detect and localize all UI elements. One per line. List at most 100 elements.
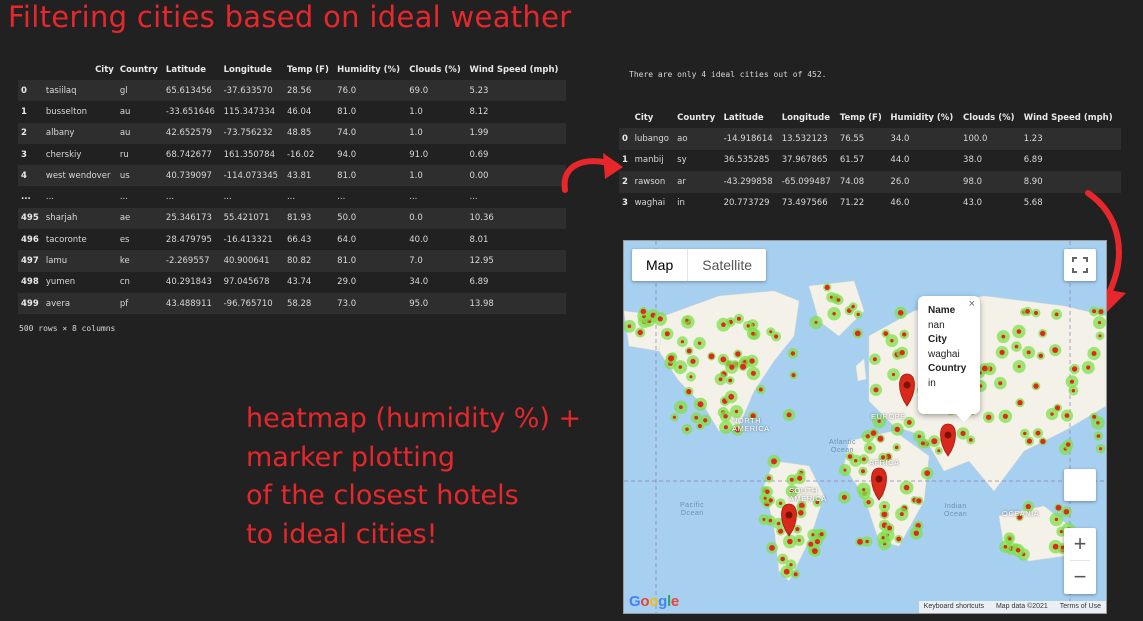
label-europe: EUROPE: [871, 412, 906, 421]
heat-point-core: [906, 420, 912, 425]
terms-of-use-link[interactable]: Terms of Use: [1055, 603, 1106, 610]
heat-point-core: [797, 475, 803, 481]
ideal-cities-message: There are only 4 ideal cities out of 452…: [629, 70, 827, 79]
table-cell: us: [119, 170, 130, 181]
heat-point-core: [969, 438, 973, 442]
label-pacific-ocean: Pacific Ocean: [680, 502, 705, 517]
popup-city-value: waghai: [928, 348, 960, 360]
map-tab[interactable]: Map: [632, 249, 689, 281]
table-cell: 26.0: [890, 176, 910, 187]
column-header: City: [95, 65, 114, 75]
table-cell: -37.633570: [223, 85, 273, 96]
zoom-in-button[interactable]: +: [1064, 528, 1096, 560]
heat-point-core: [890, 339, 894, 343]
heat-point-core: [857, 538, 863, 545]
map-type-control: Map Satellite: [632, 249, 767, 281]
table-cell: 81.0: [337, 256, 357, 267]
heat-point-core: [832, 312, 836, 316]
table-cell: waghai: [634, 198, 666, 209]
heat-point-core: [824, 284, 830, 290]
row-index: 3: [622, 198, 628, 209]
table-cell: 13.532123: [781, 133, 828, 144]
table-cell: au: [119, 106, 131, 117]
heat-point-core: [917, 434, 922, 439]
table-cell: 58.28: [286, 298, 312, 309]
table-cell: ...: [286, 192, 296, 203]
heat-point-core: [1033, 383, 1039, 389]
heat-point-core: [627, 324, 632, 329]
table-cell: 73.497566: [781, 198, 828, 209]
heat-point-core: [866, 500, 871, 505]
heat-point-core: [1064, 413, 1070, 418]
table-cell: 74.0: [337, 128, 357, 139]
table-cell: rawson: [634, 176, 666, 187]
table-cell: 1.23: [1023, 133, 1043, 144]
satellite-tab[interactable]: Satellite: [688, 249, 766, 281]
close-icon[interactable]: ×: [969, 297, 975, 312]
heat-point-core: [678, 365, 683, 369]
row-index: 495: [21, 213, 39, 224]
table-cell: 66.43: [286, 234, 312, 245]
heat-point-core: [916, 498, 922, 504]
google-logo[interactable]: Google: [629, 593, 679, 610]
table-cell: 81.93: [286, 213, 312, 224]
table-cell: 40.0: [409, 234, 429, 245]
heat-point-core: [728, 378, 733, 383]
heat-point-core: [672, 415, 676, 419]
heat-point-core: [736, 316, 741, 321]
heat-point-core: [960, 430, 966, 436]
map-attribution: Keyboard shortcuts Map data ©2021 Terms …: [918, 601, 1106, 613]
heat-point-core: [865, 539, 869, 544]
heat-point-core: [776, 521, 781, 526]
heat-point-core: [808, 541, 814, 547]
column-header: Wind Speed (mph): [1023, 113, 1113, 123]
table-cell: manbij: [634, 155, 664, 166]
row-index: 499: [21, 298, 39, 309]
heat-point-core: [877, 435, 884, 442]
heat-point-core: [789, 563, 793, 567]
table-row: ...........................: [18, 186, 566, 207]
table-cell: 6.89: [1023, 155, 1043, 166]
table-cell: -73.756232: [223, 128, 273, 139]
heat-point-core: [883, 331, 889, 336]
heat-point-core: [640, 308, 646, 315]
table-cell: ...: [409, 192, 418, 203]
column-header: Wind Speed (mph): [469, 65, 559, 75]
heat-point-core: [1091, 351, 1097, 356]
heat-point-core: [843, 468, 847, 472]
table-cell: 80.82: [286, 256, 312, 267]
keyboard-shortcuts-link[interactable]: Keyboard shortcuts: [919, 603, 989, 610]
table-row: 2 rawson ar -43.299858 -65.099487 74.08 26.0 98…: [619, 171, 1121, 193]
table-row: 0 tasiilaq gl 65.613456 -37.633570 28.56 76.0 6…: [18, 80, 566, 102]
world-map-canvas[interactable]: [624, 241, 1106, 613]
row-index: 498: [21, 277, 39, 288]
table-cell: 95.0: [409, 298, 429, 309]
row-index: 497: [21, 256, 39, 267]
heat-point-core: [999, 349, 1005, 355]
heat-point-core: [899, 512, 904, 517]
heat-point-core: [686, 348, 692, 354]
column-header: Temp (F): [839, 113, 882, 123]
heat-point-core: [657, 316, 663, 322]
column-header: Latitude: [165, 65, 207, 75]
heat-point-core: [1002, 413, 1008, 419]
fullscreen-button[interactable]: [1064, 249, 1096, 281]
google-map[interactable]: NORTH AMERICA SOUTH AMERICA EUROPE AFRIC…: [623, 240, 1107, 614]
table-cell: yumen: [45, 277, 76, 288]
table-cell: ke: [119, 256, 130, 267]
column-header: Longitude: [781, 113, 830, 123]
heat-point-core: [854, 459, 858, 463]
table-cell: 43.488911: [165, 298, 212, 309]
heat-point-core: [870, 430, 877, 436]
heat-point-core: [1035, 430, 1041, 436]
heat-point-core: [1023, 431, 1027, 436]
label-oceania: OCEANIA: [1002, 509, 1040, 518]
heat-point-core: [697, 341, 702, 345]
zoom-out-button[interactable]: −: [1064, 561, 1096, 593]
street-view-pegman-button[interactable]: [1064, 469, 1096, 501]
heat-point-core: [882, 504, 887, 509]
heat-point-core: [729, 364, 735, 370]
table-cell: 38.0: [963, 155, 982, 166]
heat-point-core: [1001, 334, 1006, 339]
popup-name-value: nan: [928, 319, 945, 331]
